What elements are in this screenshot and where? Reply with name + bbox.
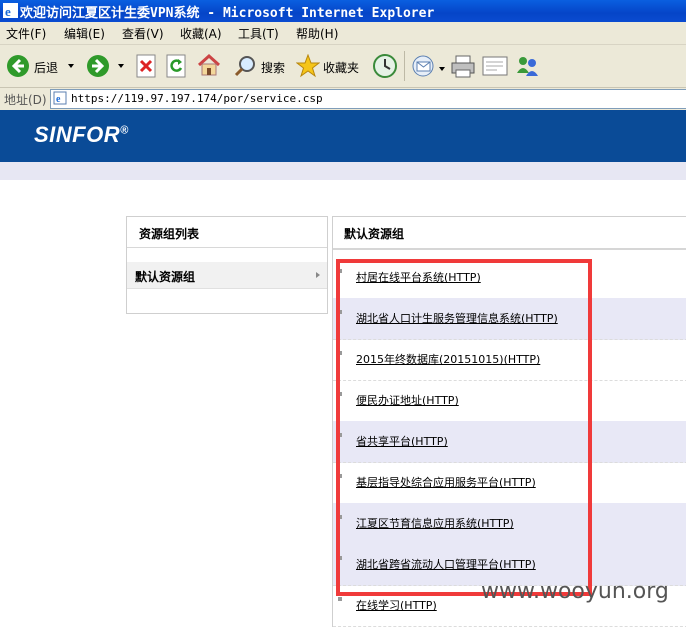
edit-icon[interactable]: [482, 55, 508, 77]
toolbar: 后退 搜索 收藏夹: [0, 45, 686, 88]
sinfor-logo: SINFOR®: [34, 122, 129, 147]
window-title: 欢迎访问江夏区计生委VPN系统 - Microsoft Internet Exp…: [20, 6, 435, 21]
menu-file[interactable]: 文件(F): [6, 25, 46, 42]
back-label: 后退: [34, 61, 59, 75]
address-url: https://119.97.197.174/por/service.csp: [71, 92, 323, 105]
window-title-bar: e 欢迎访问江夏区计生委VPN系统 - Microsoft Internet E…: [0, 0, 686, 22]
menu-view[interactable]: 查看(V): [122, 25, 164, 42]
resource-link[interactable]: 在线学习(HTTP): [356, 597, 437, 613]
chevron-down-icon[interactable]: [68, 64, 74, 68]
svg-text:e: e: [5, 4, 11, 18]
highlight-box: [336, 259, 592, 596]
page-icon: e: [53, 91, 67, 105]
watermark: www.wooyun.org: [481, 579, 669, 604]
address-input[interactable]: e https://119.97.197.174/por/service.csp: [50, 89, 686, 109]
resource-group-list-header: 资源组列表: [127, 217, 327, 248]
history-icon[interactable]: [372, 53, 398, 79]
resource-group-label: 默认资源组: [135, 270, 196, 284]
mail-icon[interactable]: [412, 54, 440, 78]
back-arrow-icon: [7, 55, 29, 77]
menu-help[interactable]: 帮助(H): [296, 25, 338, 42]
chevron-right-icon: [316, 272, 320, 278]
back-button[interactable]: 后退: [4, 51, 76, 81]
address-label: 地址(D): [4, 93, 47, 107]
home-icon[interactable]: [196, 53, 222, 77]
menu-favorites[interactable]: 收藏(A): [180, 25, 222, 42]
refresh-icon[interactable]: [166, 54, 186, 78]
header-banner: SINFOR®: [0, 110, 686, 162]
toolbar-divider: [404, 51, 405, 81]
address-bar: 地址(D) e https://119.97.197.174/por/servi…: [0, 88, 686, 110]
print-icon[interactable]: [450, 53, 476, 79]
svg-text:e: e: [56, 94, 61, 105]
internet-explorer-icon: e: [3, 3, 18, 18]
resource-group-list-title: 资源组列表: [139, 227, 200, 241]
messenger-icon[interactable]: [514, 53, 540, 79]
resource-group-list-panel: 资源组列表 默认资源组: [126, 216, 328, 314]
chevron-down-icon[interactable]: [118, 64, 124, 68]
menu-edit[interactable]: 编辑(E): [64, 25, 105, 42]
forward-arrow-icon: [87, 55, 109, 77]
resource-list-title: 默认资源组: [344, 227, 405, 241]
favorites-label: 收藏夹: [323, 61, 360, 75]
search-button[interactable]: 搜索: [232, 51, 288, 81]
search-label: 搜索: [261, 61, 286, 75]
chevron-down-icon[interactable]: [439, 67, 445, 71]
bullet-icon: [338, 597, 342, 601]
stop-icon[interactable]: [136, 54, 156, 78]
resource-list-header: 默认资源组: [333, 217, 686, 250]
favorites-button[interactable]: 收藏夹: [296, 51, 366, 81]
forward-button[interactable]: [84, 51, 128, 81]
menu-tools[interactable]: 工具(T): [238, 25, 279, 42]
resource-group-item-default[interactable]: 默认资源组: [127, 262, 327, 289]
menu-bar: 文件(F) 编辑(E) 查看(V) 收藏(A) 工具(T) 帮助(H): [0, 22, 686, 45]
star-icon: [296, 54, 320, 78]
search-icon: [234, 56, 255, 77]
header-substrip: [0, 162, 686, 180]
